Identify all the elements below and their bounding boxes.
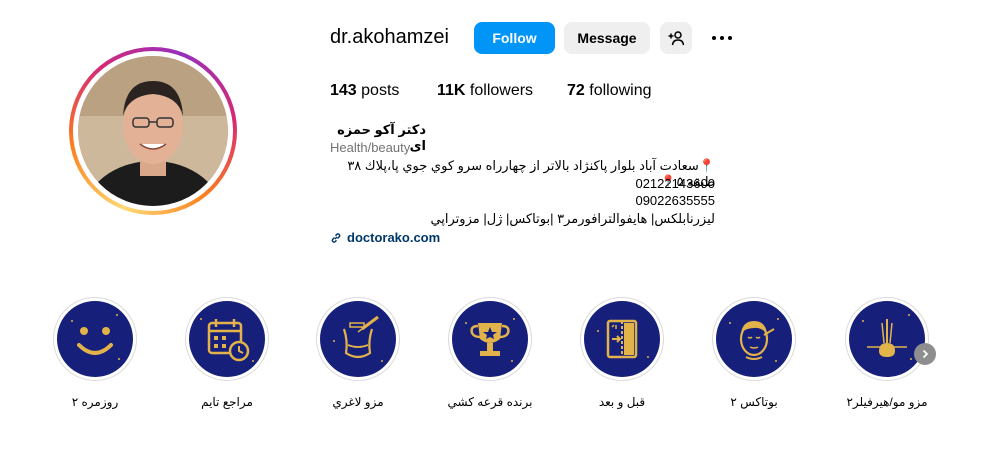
- trophy-icon: [465, 318, 515, 362]
- highlight-cover: [716, 301, 792, 377]
- more-dot-icon: [712, 36, 716, 40]
- posts-number: 143: [330, 82, 357, 99]
- avatar[interactable]: [78, 56, 228, 206]
- add-user-icon: [668, 31, 684, 46]
- posts-label: posts: [361, 82, 400, 99]
- before-after-icon: [597, 319, 649, 359]
- highlight-label: مزو مو/هيرفيلر٢: [846, 395, 928, 409]
- follow-button[interactable]: Follow: [474, 22, 555, 54]
- highlight-cover: [849, 301, 925, 377]
- highlight-item[interactable]: [845, 297, 929, 381]
- bio-phone-1: 02122143600: [635, 176, 715, 191]
- highlight-item[interactable]: [316, 297, 400, 381]
- avatar-frame: [73, 51, 233, 211]
- link-icon: [331, 232, 341, 243]
- bio-services: ليزرنابلكس| هايفوالترافورمر٣ |بوتاكس| ژل…: [430, 211, 715, 226]
- avatar-photo: [78, 56, 228, 206]
- highlight-cover: [320, 301, 396, 377]
- highlight-cover: [584, 301, 660, 377]
- highlight-cover: [189, 301, 265, 377]
- smiley-icon: [71, 314, 120, 360]
- highlight-cover: [452, 301, 528, 377]
- highlight-item[interactable]: [53, 297, 137, 381]
- highlight-label: روزمره ۲: [71, 395, 119, 409]
- highlight-item[interactable]: [185, 297, 269, 381]
- following-label: following: [589, 82, 652, 99]
- highlight-cover: [57, 301, 133, 377]
- highlight-item[interactable]: [580, 297, 664, 381]
- hair-follicle-icon: [862, 314, 912, 360]
- followers-label: followers: [469, 82, 534, 99]
- followers-number: 11K: [437, 82, 466, 99]
- profile-avatar-ring[interactable]: [69, 47, 237, 215]
- following-link[interactable]: 72 following: [567, 82, 652, 100]
- bio-phone-2: 09022635555: [635, 193, 715, 208]
- calendar-clock-icon: [200, 318, 254, 362]
- profile-link-text: doctorako.com: [347, 230, 441, 245]
- chevron-right-icon: [922, 349, 929, 359]
- body-syringe-icon: [333, 315, 383, 362]
- highlights-next-button[interactable]: [914, 343, 936, 365]
- face-icon: [729, 318, 779, 362]
- profile-username: dr.akohamzei: [330, 26, 449, 48]
- suggested-users-button[interactable]: [660, 22, 692, 54]
- highlight-label: قبل و بعد: [598, 395, 646, 409]
- message-button[interactable]: Message: [564, 22, 650, 54]
- highlight-label: بوتاكس ٢: [730, 395, 778, 409]
- highlight-label: برنده قرعه كشي: [447, 395, 533, 409]
- posts-count: 143 posts: [330, 82, 399, 100]
- highlight-label: مراجع تايم: [201, 395, 253, 409]
- followers-link[interactable]: 11K followers: [437, 82, 533, 100]
- highlight-label: مزو لاغري: [332, 395, 384, 409]
- highlight-item[interactable]: [712, 297, 796, 381]
- profile-category: Health/beauty: [330, 140, 411, 155]
- more-dot-icon: [728, 36, 732, 40]
- following-number: 72: [567, 82, 585, 99]
- highlight-item[interactable]: [448, 297, 532, 381]
- more-options-button[interactable]: [708, 26, 736, 50]
- more-dot-icon: [720, 36, 724, 40]
- profile-link[interactable]: doctorako.com: [330, 230, 440, 245]
